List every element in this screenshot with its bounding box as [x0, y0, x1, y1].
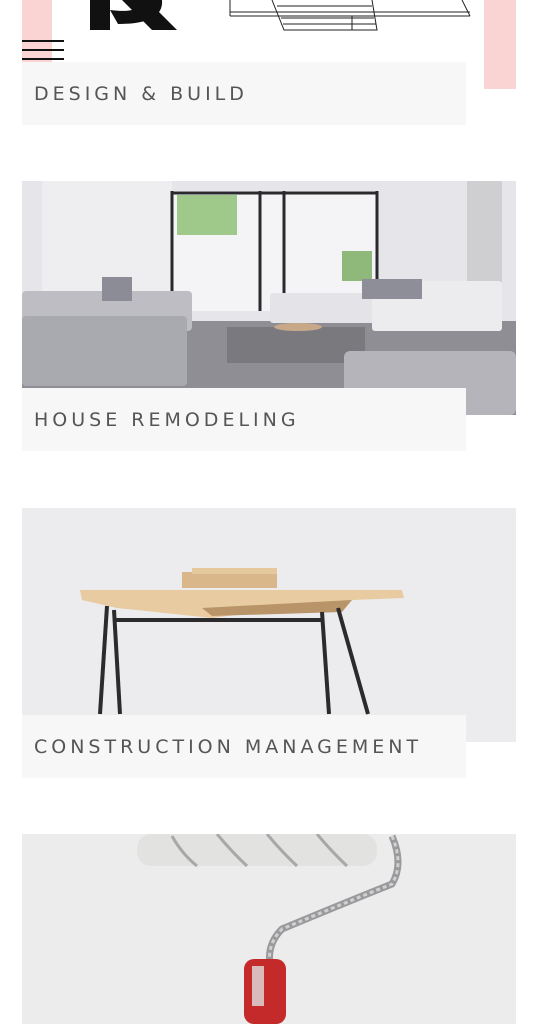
service-card-construction-management[interactable]: CONSTRUCTION MANAGEMENT	[22, 508, 516, 778]
hamburger-menu-icon[interactable]	[22, 40, 64, 62]
construction-management-image	[22, 508, 516, 742]
house-remodeling-image	[22, 181, 516, 415]
design-build-title: DESIGN & BUILD	[22, 62, 466, 125]
construction-management-title: CONSTRUCTION MANAGEMENT	[22, 715, 466, 778]
service-card-painting[interactable]	[22, 834, 516, 1024]
house-remodeling-title: HOUSE REMODELING	[22, 388, 466, 451]
paint-roller-image	[22, 834, 516, 1024]
service-card-house-remodeling[interactable]: HOUSE REMODELING	[22, 181, 516, 452]
service-card-design-build[interactable]: DESIGN & BUILD	[22, 0, 516, 126]
